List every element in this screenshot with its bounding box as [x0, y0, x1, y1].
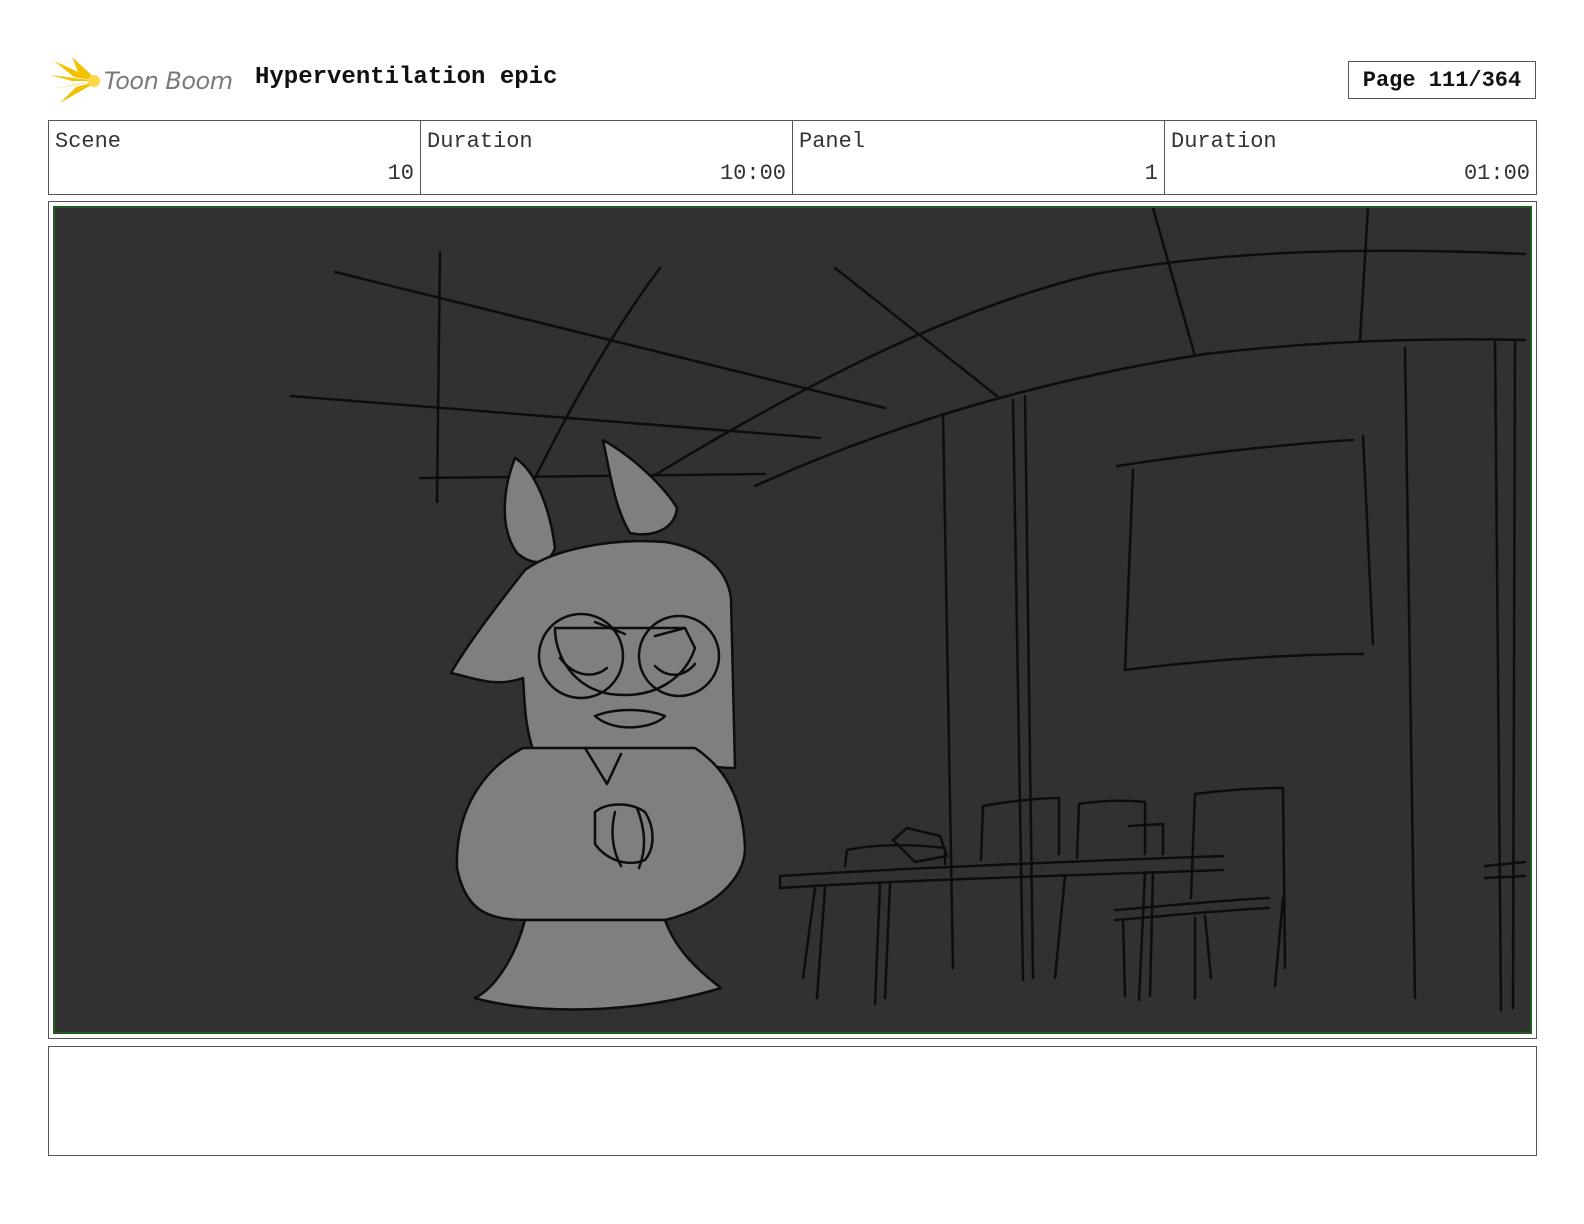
scene-value: 10 [387, 161, 414, 186]
scene-duration-value: 10:00 [719, 161, 786, 186]
panel-duration-label: Duration [1171, 129, 1277, 154]
project-title: Hyperventilation epic [255, 64, 558, 91]
panel-value: 1 [1144, 161, 1158, 186]
scene-cell: Scene 10 [49, 121, 421, 194]
scene-duration-label: Duration [427, 129, 533, 154]
toon-boom-logo: Toon Boom [50, 55, 233, 107]
scene-info-row: Scene 10 Duration 10:00 Panel 1 Duration… [48, 120, 1537, 195]
page-label: Page 111/364 [1362, 67, 1522, 93]
scene-label: Scene [55, 129, 122, 154]
toon-boom-logo-icon [50, 57, 100, 103]
panel-cell: Panel 1 [793, 121, 1165, 194]
panel-notes-box [48, 1046, 1537, 1156]
panel-duration-value: 01:00 [1463, 161, 1530, 186]
logo-text: Toon Boom [104, 67, 233, 95]
storyboard-sketch [289, 208, 1527, 1012]
storyboard-panel-image [53, 206, 1532, 1034]
page-indicator: Page 111/364 [1348, 61, 1536, 99]
scene-duration-cell: Duration 10:00 [421, 121, 793, 194]
panel-duration-cell: Duration 01:00 [1165, 121, 1536, 194]
panel-label: Panel [799, 129, 866, 154]
panel-frame [48, 201, 1537, 1039]
